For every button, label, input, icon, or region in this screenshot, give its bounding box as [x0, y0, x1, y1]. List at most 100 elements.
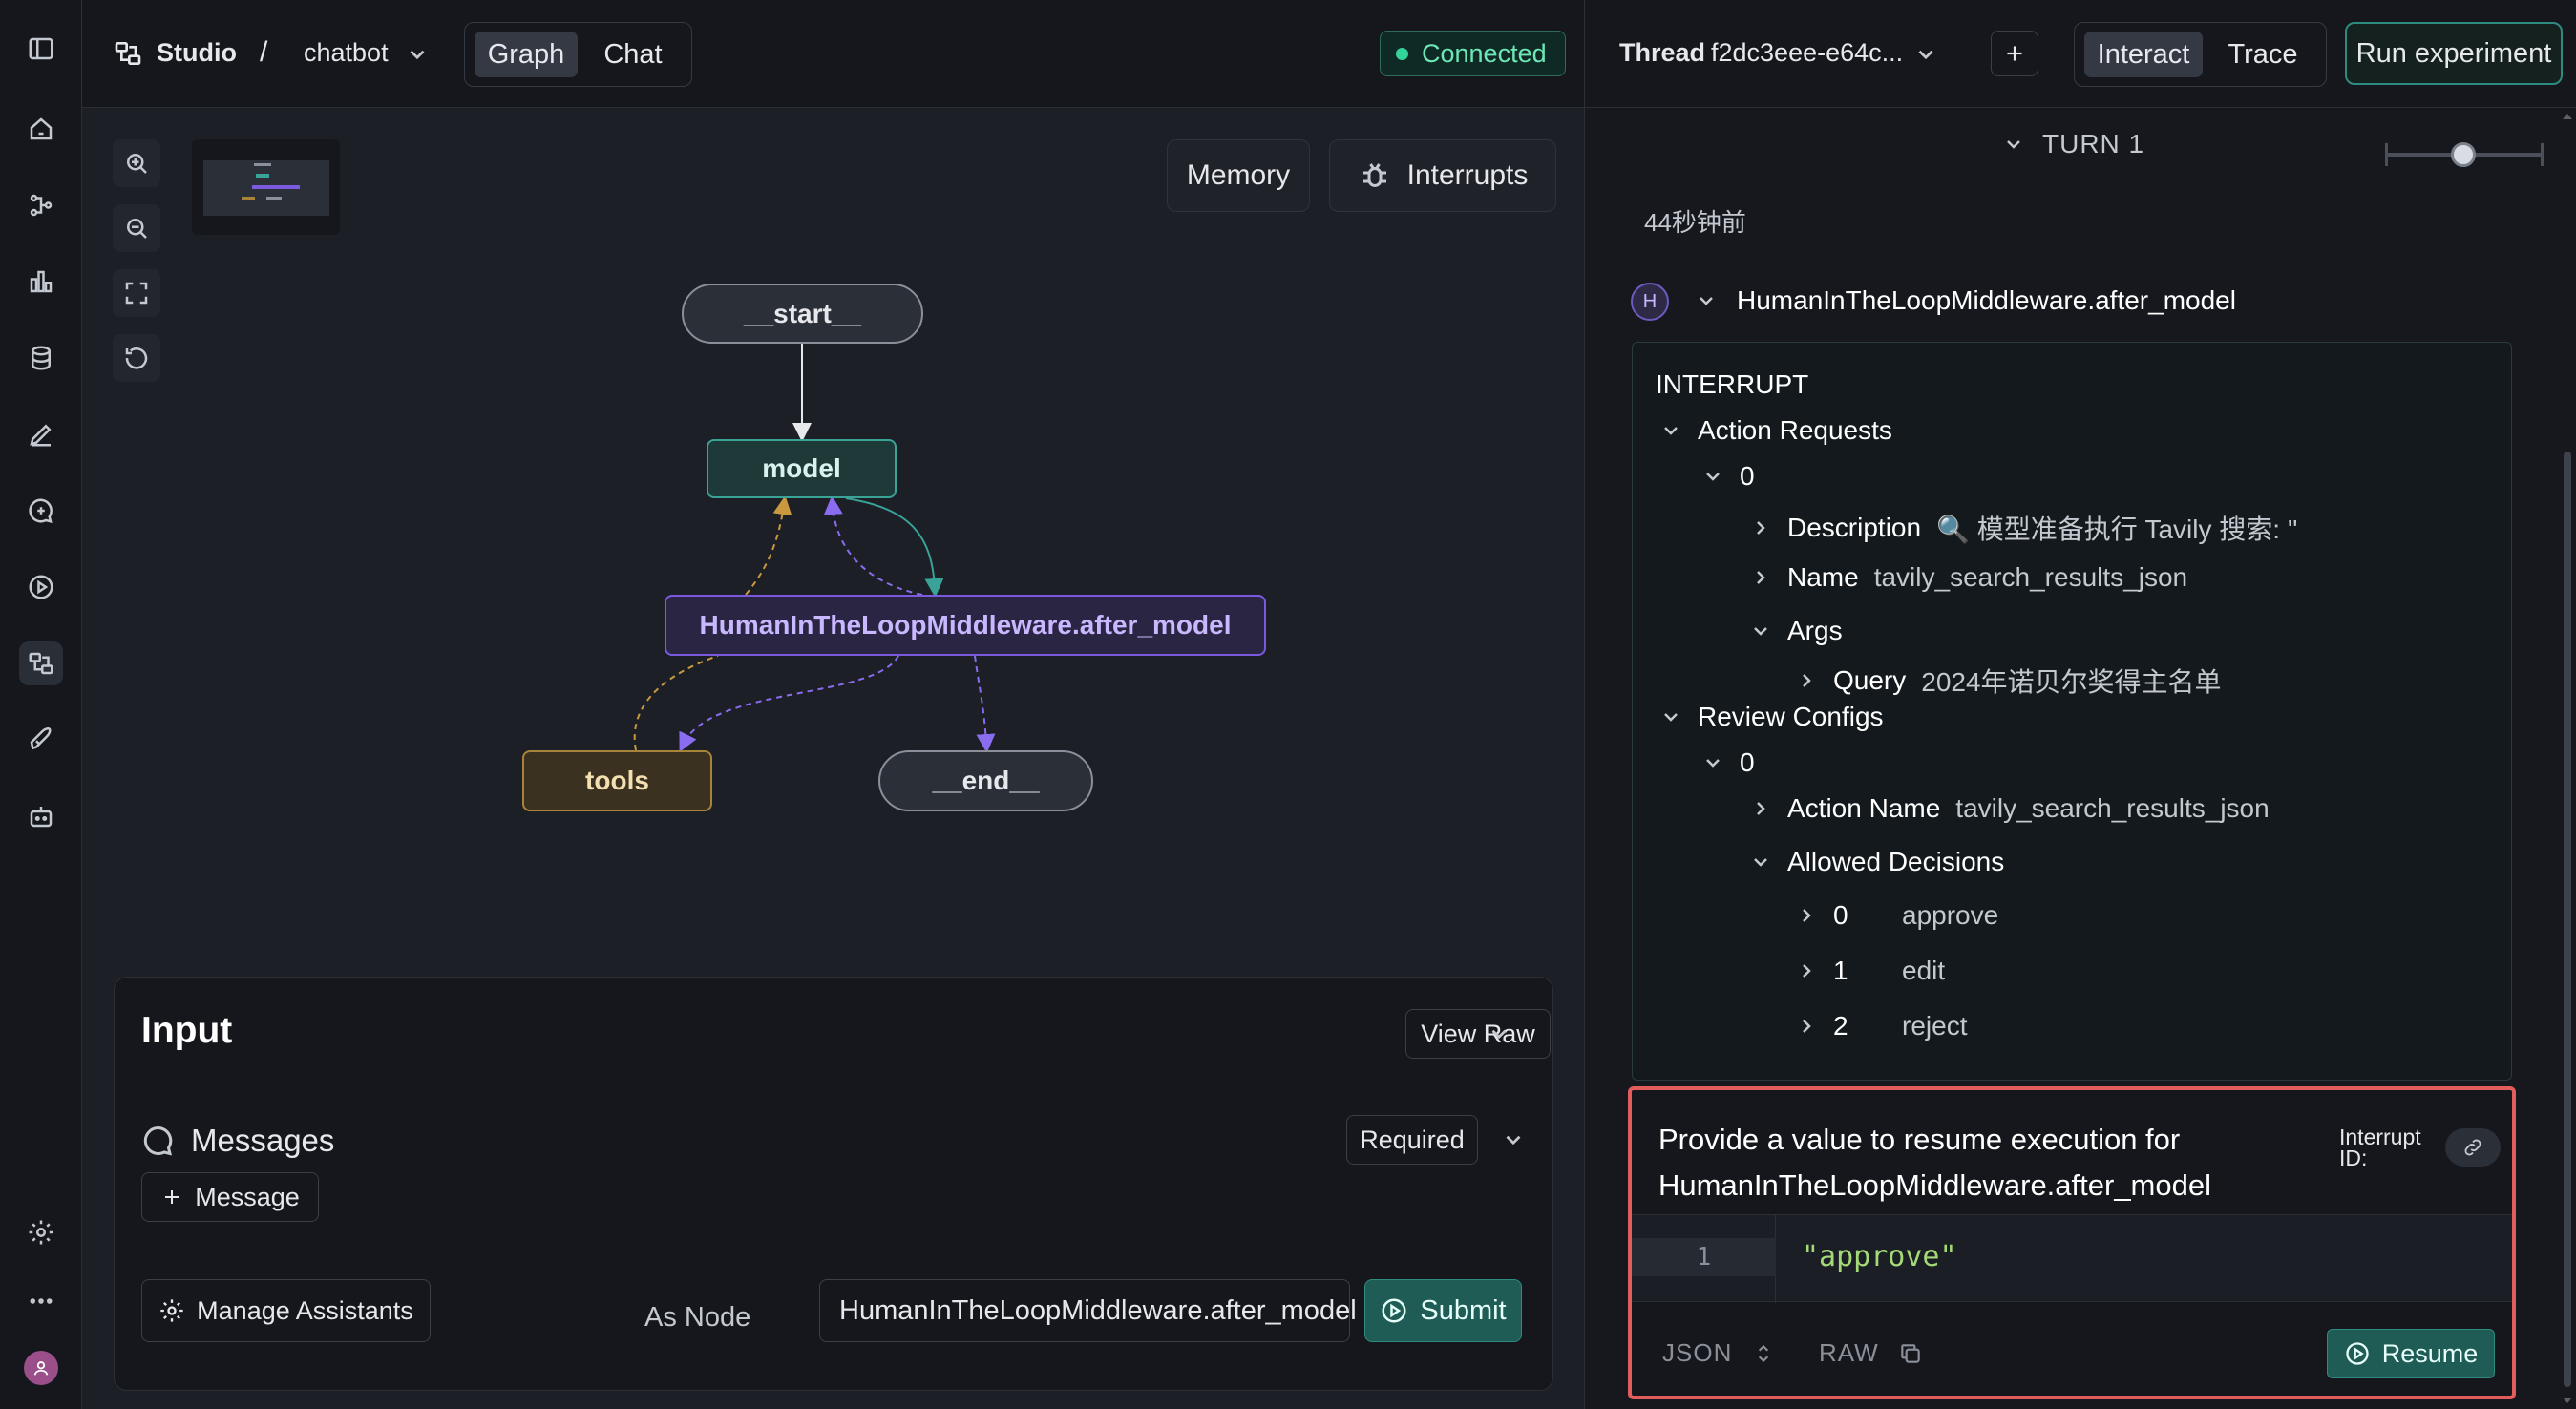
manage-assistants-button[interactable]: Manage Assistants — [141, 1279, 431, 1342]
rocket-icon[interactable] — [19, 718, 63, 762]
pen-icon[interactable] — [19, 412, 63, 456]
name-row[interactable]: Name tavily_search_results_json — [1749, 562, 2187, 593]
allowed-decisions-row[interactable]: Allowed Decisions — [1749, 847, 2004, 877]
scroll-down-icon[interactable] — [2559, 1392, 2576, 1409]
copy-icon — [1900, 1343, 1920, 1363]
zoom-out-icon — [127, 219, 147, 239]
manage-assistants-label: Manage Assistants — [197, 1295, 413, 1325]
graph-canvas[interactable]: Memory Interrupts __start__ model HumanI… — [82, 108, 1584, 1409]
raw-toggle[interactable]: RAW — [1819, 1338, 1923, 1368]
name-value: tavily_search_results_json — [1873, 562, 2188, 592]
action-requests-label: Action Requests — [1698, 415, 1892, 445]
thread-chevron-down-icon[interactable] — [1913, 42, 1938, 67]
action-requests-row[interactable]: Action Requests — [1659, 415, 1892, 446]
thread-id[interactable]: f2dc3eee-e64c... — [1711, 38, 1903, 68]
edge-hitl-model — [823, 495, 923, 596]
as-node-select[interactable]: HumanInTheLoopMiddleware.after_model — [819, 1279, 1357, 1342]
query-row[interactable]: Query 2024年诺贝尔奖得主名单 — [1795, 662, 2222, 700]
node-tools[interactable]: tools — [522, 750, 712, 811]
allowed-decisions-label: Allowed Decisions — [1787, 847, 2005, 876]
database-icon[interactable] — [19, 336, 63, 380]
node-run-header[interactable]: HumanInTheLoopMiddleware.after_model — [1695, 285, 2236, 316]
decision-value: approve — [1902, 900, 1999, 930]
resume-value-editor[interactable]: 1 "approve" — [1632, 1214, 2512, 1303]
minimap[interactable] — [192, 139, 340, 235]
node-start[interactable]: __start__ — [682, 284, 923, 344]
node-run-title: HumanInTheLoopMiddleware.after_model — [1737, 285, 2236, 315]
tab-trace[interactable]: Trace — [2208, 32, 2317, 77]
tab-interact[interactable]: Interact — [2084, 32, 2203, 77]
scrollbar[interactable] — [2559, 108, 2576, 1409]
studio-label[interactable]: Studio — [157, 38, 237, 68]
add-message-button[interactable]: Message — [141, 1172, 319, 1222]
flow-icon[interactable] — [19, 183, 63, 227]
decision-row[interactable]: 0 approve — [1795, 900, 1998, 931]
bot-icon[interactable] — [19, 794, 63, 838]
chart-icon[interactable] — [19, 260, 63, 304]
decision-row[interactable]: 1 edit — [1795, 956, 1945, 986]
query-value: 2024年诺贝尔奖得主名单 — [1921, 667, 2222, 697]
view-raw-chevron-icon[interactable] — [1487, 1021, 1511, 1046]
fit-view-button[interactable] — [113, 269, 160, 317]
raw-label: RAW — [1819, 1338, 1879, 1367]
node-hitl[interactable]: HumanInTheLoopMiddleware.after_model — [665, 595, 1266, 656]
memory-button[interactable]: Memory — [1167, 139, 1310, 212]
node-model[interactable]: model — [707, 439, 897, 498]
description-row[interactable]: Description 🔍 模型准备执行 Tavily 搜索: '' — [1749, 509, 2298, 547]
json-format-toggle[interactable]: JSON — [1662, 1338, 1776, 1368]
turn-slider-thumb[interactable] — [2451, 142, 2476, 167]
review-configs-row[interactable]: Review Configs — [1659, 702, 1884, 732]
status-dot-icon — [1396, 47, 1408, 60]
messages-chevron-icon[interactable] — [1501, 1127, 1526, 1152]
action-name-row[interactable]: Action Name tavily_search_results_json — [1749, 793, 2270, 824]
zoom-in-button[interactable] — [113, 139, 160, 187]
description-value: 🔍 模型准备执行 Tavily 搜索: '' — [1936, 515, 2298, 544]
review-config-0-row[interactable]: 0 — [1701, 747, 1755, 778]
reset-icon — [125, 347, 148, 369]
scroll-up-icon[interactable] — [2559, 108, 2576, 125]
studio-icon[interactable] — [19, 641, 63, 685]
new-thread-button[interactable] — [1991, 31, 2038, 76]
chat-plus-icon[interactable] — [19, 489, 63, 533]
run-experiment-button[interactable]: Run experiment — [2345, 22, 2563, 85]
timestamp: 44秒钟前 — [1644, 208, 1746, 237]
resume-value-code[interactable]: "approve" — [1802, 1240, 1957, 1273]
zoom-out-button[interactable] — [113, 204, 160, 252]
panel-toggle-icon[interactable] — [19, 27, 63, 71]
args-key: Args — [1787, 616, 1843, 645]
thread-label: Thread — [1619, 38, 1706, 67]
interrupts-label: Interrupts — [1406, 159, 1529, 191]
interrupt-details: INTERRUPT Action Requests 0 Description … — [1632, 342, 2512, 1081]
editor-gutter: 1 — [1632, 1215, 1776, 1303]
turn-header[interactable]: TURN 1 — [2002, 129, 2144, 159]
user-avatar-icon[interactable] — [19, 1346, 63, 1390]
action-request-0-row[interactable]: 0 — [1701, 461, 1755, 492]
node-end[interactable]: __end__ — [878, 750, 1093, 811]
chevron-down-icon — [2007, 140, 2020, 149]
chevron-down-icon — [1664, 713, 1678, 722]
play-icon[interactable] — [19, 565, 63, 609]
tab-graph[interactable]: Graph — [475, 32, 578, 77]
view-raw-button[interactable]: View Raw — [1405, 1009, 1551, 1059]
left-sidebar — [0, 0, 82, 1409]
chevron-down-icon[interactable] — [405, 42, 430, 67]
project-selector[interactable]: chatbot — [304, 38, 389, 68]
review-configs-label: Review Configs — [1698, 702, 1884, 731]
copy-link-button[interactable] — [2445, 1128, 2501, 1167]
args-row[interactable]: Args — [1749, 616, 1843, 646]
more-icon[interactable] — [19, 1279, 63, 1323]
action-request-index: 0 — [1740, 461, 1755, 491]
resume-button[interactable]: Resume — [2327, 1329, 2495, 1378]
submit-button[interactable]: Submit — [1364, 1279, 1522, 1342]
interrupts-button[interactable]: Interrupts — [1329, 139, 1556, 212]
chevron-right-icon — [1803, 909, 1811, 922]
resume-panel: Provide a value to resume execution for … — [1628, 1086, 2516, 1399]
home-icon[interactable] — [19, 107, 63, 151]
name-key: Name — [1787, 562, 1859, 592]
chevron-down-icon — [1664, 427, 1678, 435]
tab-chat[interactable]: Chat — [583, 32, 683, 77]
settings-icon[interactable] — [19, 1210, 63, 1254]
reset-view-button[interactable] — [113, 334, 160, 382]
decision-row[interactable]: 2 reject — [1795, 1011, 1967, 1041]
scroll-thumb[interactable] — [2564, 452, 2571, 1387]
